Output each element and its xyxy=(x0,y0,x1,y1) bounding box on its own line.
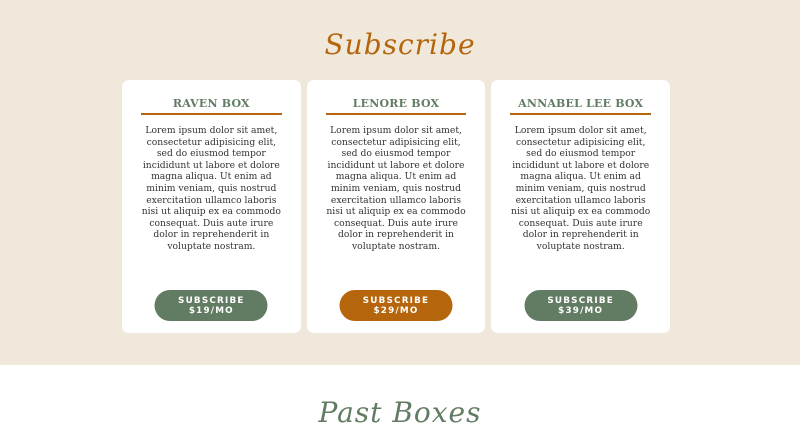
lenore-box-card: LENORE BOX Lorem ipsum dolor sit amet, c… xyxy=(306,80,486,333)
button-label: SUBSCRIBE xyxy=(362,295,430,306)
annabel-lee-box-card: ANNABEL LEE BOX Lorem ipsum dolor sit am… xyxy=(491,80,671,333)
card-title: LENORE BOX xyxy=(325,97,467,115)
card-description: Lorem ipsum dolor sit amet, consectetur … xyxy=(326,125,466,252)
subscribe-heading: Subscribe xyxy=(324,28,476,61)
card-title: RAVEN BOX xyxy=(141,97,282,115)
subscribe-lenore-button[interactable]: SUBSCRIBE $29/MO xyxy=(339,290,453,321)
raven-box-card: RAVEN BOX Lorem ipsum dolor sit amet, co… xyxy=(122,80,301,333)
card-description: Lorem ipsum dolor sit amet, consectetur … xyxy=(511,125,651,252)
button-price: $19/MO xyxy=(188,305,234,316)
subscription-cards: RAVEN BOX Lorem ipsum dolor sit amet, co… xyxy=(122,80,671,333)
card-title: ANNABEL LEE BOX xyxy=(510,97,652,115)
past-boxes-heading: Past Boxes xyxy=(318,396,482,429)
subscribe-section: Subscribe RAVEN BOX Lorem ipsum dolor si… xyxy=(0,0,800,365)
button-label: SUBSCRIBE xyxy=(178,295,245,306)
card-description: Lorem ipsum dolor sit amet, consectetur … xyxy=(141,125,281,252)
button-price: $39/MO xyxy=(558,305,604,316)
subscribe-annabel-lee-button[interactable]: SUBSCRIBE $39/MO xyxy=(524,290,638,321)
button-label: SUBSCRIBE xyxy=(547,295,614,306)
subscribe-raven-button[interactable]: SUBSCRIBE $19/MO xyxy=(154,290,268,321)
button-price: $29/MO xyxy=(373,305,419,316)
